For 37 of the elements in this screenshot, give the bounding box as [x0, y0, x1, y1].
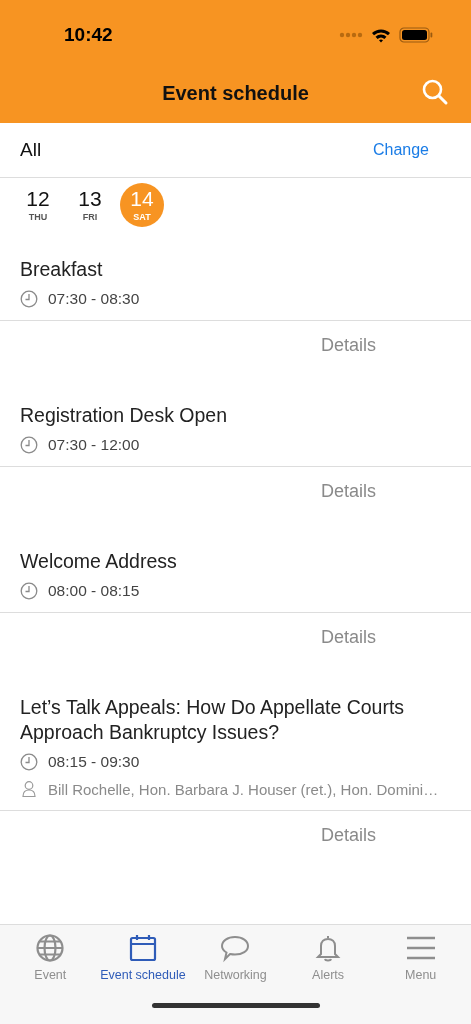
details-link[interactable]: Details	[320, 481, 376, 502]
tab-bar-item[interactable]: Event schedule	[96, 933, 190, 982]
day-tab[interactable]: 12 THU	[16, 183, 60, 227]
tab-bar-item[interactable]: Menu	[374, 933, 467, 982]
day-tab[interactable]: 13 FRI	[68, 183, 112, 227]
session-title[interactable]: Welcome Address	[20, 549, 451, 574]
session-time: 08:15 - 09:30	[48, 753, 140, 771]
person-icon	[20, 780, 38, 798]
session-time: 07:30 - 08:30	[48, 290, 140, 308]
session-time: 08:00 - 08:15	[48, 582, 140, 600]
calendar-icon	[127, 933, 158, 963]
tab-bar-item[interactable]: Alerts	[281, 933, 375, 982]
screen-title: Event schedule	[162, 82, 309, 105]
session-speakers: Bill Rochelle, Hon. Barbara J. Houser (ret.), Hon. Domini…	[48, 780, 439, 798]
session-time: 07:30 - 12:00	[48, 436, 140, 454]
filter-label: All	[20, 139, 42, 161]
clock-icon	[20, 753, 38, 771]
status-time: 10:42	[64, 24, 113, 46]
session-title[interactable]: Registration Desk Open	[20, 403, 451, 428]
details-link[interactable]: Details	[320, 335, 376, 356]
clock-icon	[20, 582, 38, 600]
details-link[interactable]: Details	[320, 825, 376, 846]
details-link[interactable]: Details	[320, 627, 376, 648]
session-title[interactable]: Let’s Talk Appeals: How Do Appellate Courts Approach Bankruptcy Issues?	[20, 695, 451, 745]
battery-icon	[399, 27, 433, 43]
speech-bubble-icon	[220, 933, 251, 963]
session-title[interactable]: Breakfast	[20, 257, 451, 282]
wifi-icon	[371, 27, 391, 43]
day-tab[interactable]: 14 SAT	[120, 183, 164, 227]
signal-icon	[339, 32, 363, 38]
tab-bar-item[interactable]: Networking	[189, 933, 282, 982]
clock-icon	[20, 436, 38, 454]
search-button[interactable]	[421, 78, 449, 106]
globe-icon	[35, 933, 66, 963]
change-link[interactable]: Change	[372, 141, 429, 159]
tab-bar-item[interactable]: Event	[4, 933, 97, 982]
clock-icon	[20, 290, 38, 308]
